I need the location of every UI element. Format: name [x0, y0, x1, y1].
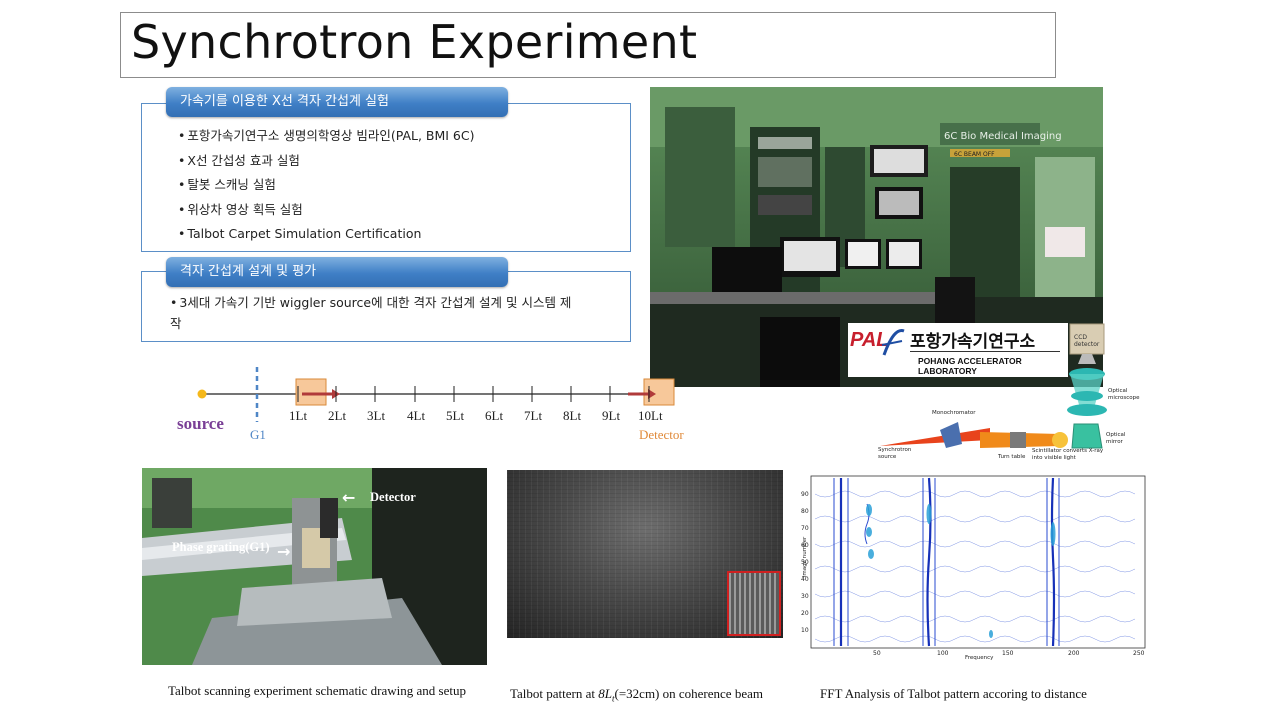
section2-list: 3세대 가속기 기반 wiggler source에 대한 격자 간섭계 설계 … — [170, 292, 580, 334]
tick-label: 7Lt — [524, 408, 543, 423]
talbot-pattern-image — [507, 470, 783, 638]
caption-setup: Talbot scanning experiment schematic dra… — [168, 683, 466, 698]
grating-callout: Phase grating(G1) — [172, 540, 270, 554]
fft-xlabel: Frequency — [965, 655, 994, 661]
section1-list: 포항가속기연구소 생명의학영상 빔라인(PAL, BMI 6C) X선 간섭성 … — [178, 124, 474, 247]
fft-xtick: 50 — [873, 650, 881, 657]
fft-ytick: 20 — [801, 610, 809, 617]
tick-label: 2Lt — [328, 408, 347, 423]
fft-contour-plot — [810, 475, 1146, 649]
fft-ylabel: Image number — [802, 536, 809, 578]
fft-ytick: 80 — [801, 508, 809, 515]
fft-xtick: 150 — [1002, 650, 1014, 657]
fft-xtick: 250 — [1133, 650, 1145, 657]
caption-pattern-prefix: Talbot pattern at — [510, 686, 599, 701]
label-microscope: Optical microscope — [1108, 388, 1140, 401]
label-turntable: Turn table — [998, 454, 1026, 460]
grating-arrow-icon: → — [277, 542, 291, 561]
list-item: X선 간섭성 효과 실험 — [178, 149, 474, 174]
detector-arrow-icon: ← — [342, 488, 356, 507]
fft-plot: 10 20 30 40 50 60 70 80 90 Image number … — [801, 474, 1148, 664]
detector-label: Detector — [639, 427, 684, 442]
tick-label: 6Lt — [485, 408, 504, 423]
g1-label: G1 — [250, 427, 266, 442]
caption-pattern-math: 8Lt — [598, 686, 615, 704]
section1-heading: 가속기를 이용한 X선 격자 간섭계 실험 — [166, 87, 508, 117]
detector-callout: Detector — [370, 490, 416, 504]
label-synchrotron-source: Synchrotron source — [878, 447, 912, 460]
label-scintillator: Scintillator converts X-ray into visible… — [1032, 448, 1104, 461]
tick-label: 8Lt — [563, 408, 582, 423]
facility-sign: 6C Bio Medical Imaging — [944, 131, 1062, 142]
fft-ytick: 70 — [801, 525, 809, 532]
caption-pattern-suffix: (=32cm) on coherence beam — [614, 686, 763, 701]
label-monochromator: Monochromator — [932, 410, 976, 416]
fft-xtick: 100 — [937, 650, 949, 657]
setup-illustration — [142, 468, 487, 665]
tick-label: 10Lt — [638, 408, 663, 423]
fft-ytick: 10 — [801, 627, 809, 634]
beamline-diagram: CCD detector Optical microscope Optical … — [870, 322, 1140, 462]
tick-label: 3Lt — [367, 408, 386, 423]
label-ccd: CCD detector — [1074, 334, 1100, 348]
beam-status-sign: 6C BEAM OFF — [954, 151, 995, 158]
section1-panel: 포항가속기연구소 생명의학영상 빔라인(PAL, BMI 6C) X선 간섭성 … — [141, 103, 631, 252]
tick-label: 5Lt — [446, 408, 465, 423]
source-point — [197, 389, 207, 399]
label-mirror: Optical mirror — [1106, 432, 1126, 445]
list-item: 3세대 가속기 기반 wiggler source에 대한 격자 간섭계 설계 … — [170, 292, 580, 334]
tick-label: 1Lt — [289, 408, 308, 423]
page-title: Synchrotron Experiment — [131, 15, 698, 69]
caption-fft: FFT Analysis of Talbot pattern accoring … — [820, 686, 1087, 701]
fft-ytick: 30 — [801, 593, 809, 600]
tick-label: 9Lt — [602, 408, 621, 423]
talbot-timeline: source G1 1Lt 2Lt 3Lt 4Lt 5Lt 6Lt 7Lt 8L… — [177, 364, 690, 444]
list-item: 탈봇 스캐닝 실험 — [178, 173, 474, 198]
list-item: 포항가속기연구소 생명의학영상 빔라인(PAL, BMI 6C) — [178, 124, 474, 149]
setup-photo: ← Detector Phase grating(G1) → — [142, 468, 487, 665]
first-talbot-box — [295, 378, 327, 406]
fft-xtick: 200 — [1068, 650, 1080, 657]
section2-heading: 격자 간섭계 설계 및 평가 — [166, 257, 508, 287]
list-item: Talbot Carpet Simulation Certification — [178, 222, 474, 247]
caption-pattern: Talbot pattern at 8Lt(=32cm) on coherenc… — [510, 686, 763, 704]
tick-label: 4Lt — [407, 408, 426, 423]
fft-ytick: 90 — [801, 491, 809, 498]
source-label: source — [177, 414, 224, 433]
list-item: 위상차 영상 획득 실험 — [178, 198, 474, 223]
pattern-zoom-inset — [727, 571, 781, 636]
title-box: Synchrotron Experiment — [120, 12, 1056, 78]
